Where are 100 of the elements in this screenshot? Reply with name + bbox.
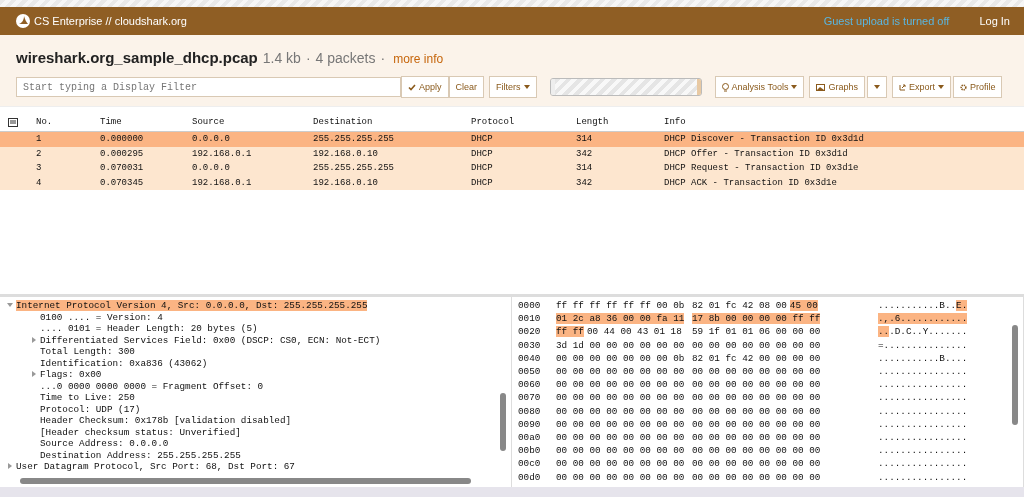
tree-item[interactable]: Differentiated Services Field: 0x00 (DSCP: CS0, ECN: Not-ECT) bbox=[40, 334, 381, 346]
column-header[interactable]: Info bbox=[658, 117, 1024, 127]
clear-button[interactable]: Clear bbox=[448, 76, 485, 98]
table-cell-text: 0.000295 bbox=[99, 148, 145, 159]
separator-dot: · bbox=[305, 50, 311, 66]
horizontal-scrollbar[interactable] bbox=[20, 478, 471, 484]
table-cell-text: 342 bbox=[575, 148, 594, 159]
hex-bytes: 00 00 00 00 00 00 00 00 bbox=[556, 366, 685, 378]
ascii-text: ................ bbox=[878, 379, 968, 391]
profile-button[interactable]: Profile bbox=[952, 76, 1003, 98]
display-filter-field[interactable]: Start typing a Display Filter bbox=[16, 77, 401, 97]
hex-bytes: 59 1f 01 01 06 00 00 00 bbox=[692, 326, 821, 338]
column-header[interactable]: Protocol bbox=[465, 117, 570, 127]
tree-item[interactable]: Destination Address: 255.255.255.255 bbox=[40, 449, 241, 461]
hex-bytes: 00 00 00 00 00 00 00 00 bbox=[692, 471, 821, 483]
packet-row[interactable]: 1 0.000000 0.0.0.0 255.255.255.255 DHCP 314 DHCP Discover - Transaction ID 0x3d1d bbox=[0, 132, 1024, 147]
apply-button[interactable]: Apply bbox=[401, 76, 449, 98]
file-name: wireshark.org_sample_dhcp.pcap bbox=[16, 49, 258, 66]
byte-offset: 00b0 bbox=[518, 445, 542, 457]
hex-bytes: 00 00 00 00 00 00 00 00 bbox=[692, 392, 821, 404]
table-cell-text: DHCP Discover - Transaction ID 0x3d1d bbox=[663, 134, 865, 145]
graphs-dropdown-button[interactable] bbox=[866, 76, 887, 98]
file-size: 1.4 kb bbox=[262, 50, 301, 66]
tree-item[interactable]: Total Length: 300 bbox=[40, 346, 135, 358]
byte-offset: 0010 bbox=[518, 313, 542, 325]
brand-name: CS Enterprise // cloudshark.org bbox=[34, 15, 187, 27]
table-cell-text: 0.000000 bbox=[99, 134, 145, 145]
tree-item[interactable]: Source Address: 0.0.0.0 bbox=[40, 438, 169, 450]
ascii-text: E. bbox=[956, 300, 968, 312]
column-header[interactable]: Source bbox=[186, 117, 307, 127]
table-cell-text: DHCP Request - Transaction ID 0x3d1e bbox=[663, 163, 860, 174]
image-icon bbox=[816, 83, 826, 91]
tree-item[interactable]: 0100 .... = Version: 4 bbox=[40, 311, 163, 323]
table-cell-text: 192.168.0.10 bbox=[312, 148, 379, 159]
table-cell-text: DHCP bbox=[470, 134, 494, 145]
byte-offset: 0060 bbox=[518, 379, 542, 391]
byte-offset: 0020 bbox=[518, 326, 542, 338]
analysis-tools-button[interactable]: Analysis Tools bbox=[714, 76, 805, 98]
ascii-text: =............... bbox=[878, 339, 968, 351]
column-header[interactable]: Length bbox=[570, 117, 658, 127]
columns-menu-icon[interactable] bbox=[8, 117, 18, 127]
tree-item[interactable]: User Datagram Protocol, Src Port: 68, Dst Port: 67 bbox=[16, 461, 295, 473]
expanded-triangle-icon[interactable] bbox=[7, 302, 13, 309]
collapsed-triangle-icon[interactable] bbox=[31, 336, 37, 343]
hex-bytes: 00 00 00 00 00 00 00 00 bbox=[556, 392, 685, 404]
hex-bytes: ff ff bbox=[556, 326, 584, 338]
external-link-icon bbox=[898, 83, 906, 91]
check-icon bbox=[408, 83, 416, 91]
login-link[interactable]: Log In bbox=[979, 15, 1010, 27]
more-info-link[interactable]: more info bbox=[393, 52, 444, 66]
table-cell-text: 255.255.255.255 bbox=[312, 134, 395, 145]
hex-bytes: 17 8b 00 00 00 00 ff ff bbox=[692, 313, 821, 325]
hex-bytes: 82 01 fc 42 00 00 00 00 bbox=[692, 352, 821, 364]
hex-bytes: ff ff ff ff ff ff 00 0b bbox=[556, 300, 685, 312]
column-header[interactable]: Time bbox=[94, 117, 186, 127]
hex-bytes: 45 00 bbox=[789, 300, 818, 312]
filters-button[interactable]: Filters bbox=[489, 76, 537, 98]
ascii-text: ................ bbox=[878, 458, 968, 470]
byte-offset: 00a0 bbox=[518, 431, 542, 443]
table-cell-text: DHCP ACK - Transaction ID 0x3d1e bbox=[663, 178, 838, 189]
hex-bytes: 00 00 00 00 00 00 00 00 bbox=[556, 379, 685, 391]
shark-fin-logo-icon bbox=[16, 14, 30, 28]
caret-icon bbox=[873, 85, 880, 89]
tree-item[interactable]: Header Checksum: 0x178b [validation disabled] bbox=[40, 415, 292, 427]
hex-bytes: 82 01 fc 42 08 00 bbox=[692, 300, 787, 312]
ascii-text: ...........B.... bbox=[878, 352, 968, 364]
ascii-text: ................ bbox=[878, 392, 968, 404]
table-cell-text: 342 bbox=[575, 178, 594, 189]
tree-item[interactable]: Protocol: UDP (17) bbox=[40, 403, 141, 415]
graphs-button[interactable]: Graphs bbox=[809, 76, 865, 98]
tree-item[interactable]: Flags: 0x00 bbox=[40, 369, 102, 381]
hex-bytes: 00 00 00 00 00 00 00 0b bbox=[556, 352, 685, 364]
tree-item[interactable]: Identification: 0xa836 (43062) bbox=[40, 357, 208, 369]
table-cell-text: 4 bbox=[35, 178, 43, 189]
byte-offset: 00d0 bbox=[518, 471, 542, 483]
ascii-text: .,.6............ bbox=[878, 313, 968, 325]
hex-bytes: 00 00 00 00 00 00 00 00 bbox=[556, 445, 685, 457]
tree-item[interactable]: Internet Protocol Version 4, Src: 0.0.0.0, Dst: 255.255.255.255 bbox=[16, 300, 368, 312]
table-cell-text: 2 bbox=[35, 148, 43, 159]
table-cell-text: 0.0.0.0 bbox=[191, 163, 231, 174]
collapsed-triangle-icon[interactable] bbox=[31, 371, 37, 378]
table-cell-text: DHCP Offer - Transaction ID 0x3d1d bbox=[663, 148, 849, 159]
caret-icon bbox=[523, 85, 530, 89]
hex-bytes: 00 00 00 00 00 00 00 00 bbox=[692, 445, 821, 457]
packet-row[interactable]: 3 0.070031 0.0.0.0 255.255.255.255 DHCP 314 DHCP Request - Transaction ID 0x3d1e bbox=[0, 161, 1024, 176]
tree-item[interactable]: .... 0101 = Header Length: 20 bytes (5) bbox=[40, 323, 258, 335]
column-header[interactable]: Destination bbox=[307, 117, 465, 127]
tree-item[interactable]: [Header checksum status: Unverified] bbox=[40, 426, 241, 438]
column-header[interactable]: No. bbox=[30, 117, 94, 127]
packet-count: 4 packets bbox=[315, 50, 376, 66]
table-cell-text: 314 bbox=[575, 134, 594, 145]
tree-item[interactable]: Time to Live: 250 bbox=[40, 392, 135, 404]
table-cell-text: DHCP bbox=[470, 163, 494, 174]
collapsed-triangle-icon[interactable] bbox=[7, 463, 13, 470]
hex-bytes: 00 00 00 00 00 00 00 00 bbox=[556, 431, 685, 443]
tree-item[interactable]: ...0 0000 0000 0000 = Fragment Offset: 0 bbox=[40, 380, 264, 392]
caret-icon bbox=[791, 85, 798, 89]
export-button[interactable]: Export bbox=[891, 76, 951, 98]
time-range-slider[interactable] bbox=[550, 79, 701, 95]
table-cell-text: 1 bbox=[35, 134, 43, 145]
